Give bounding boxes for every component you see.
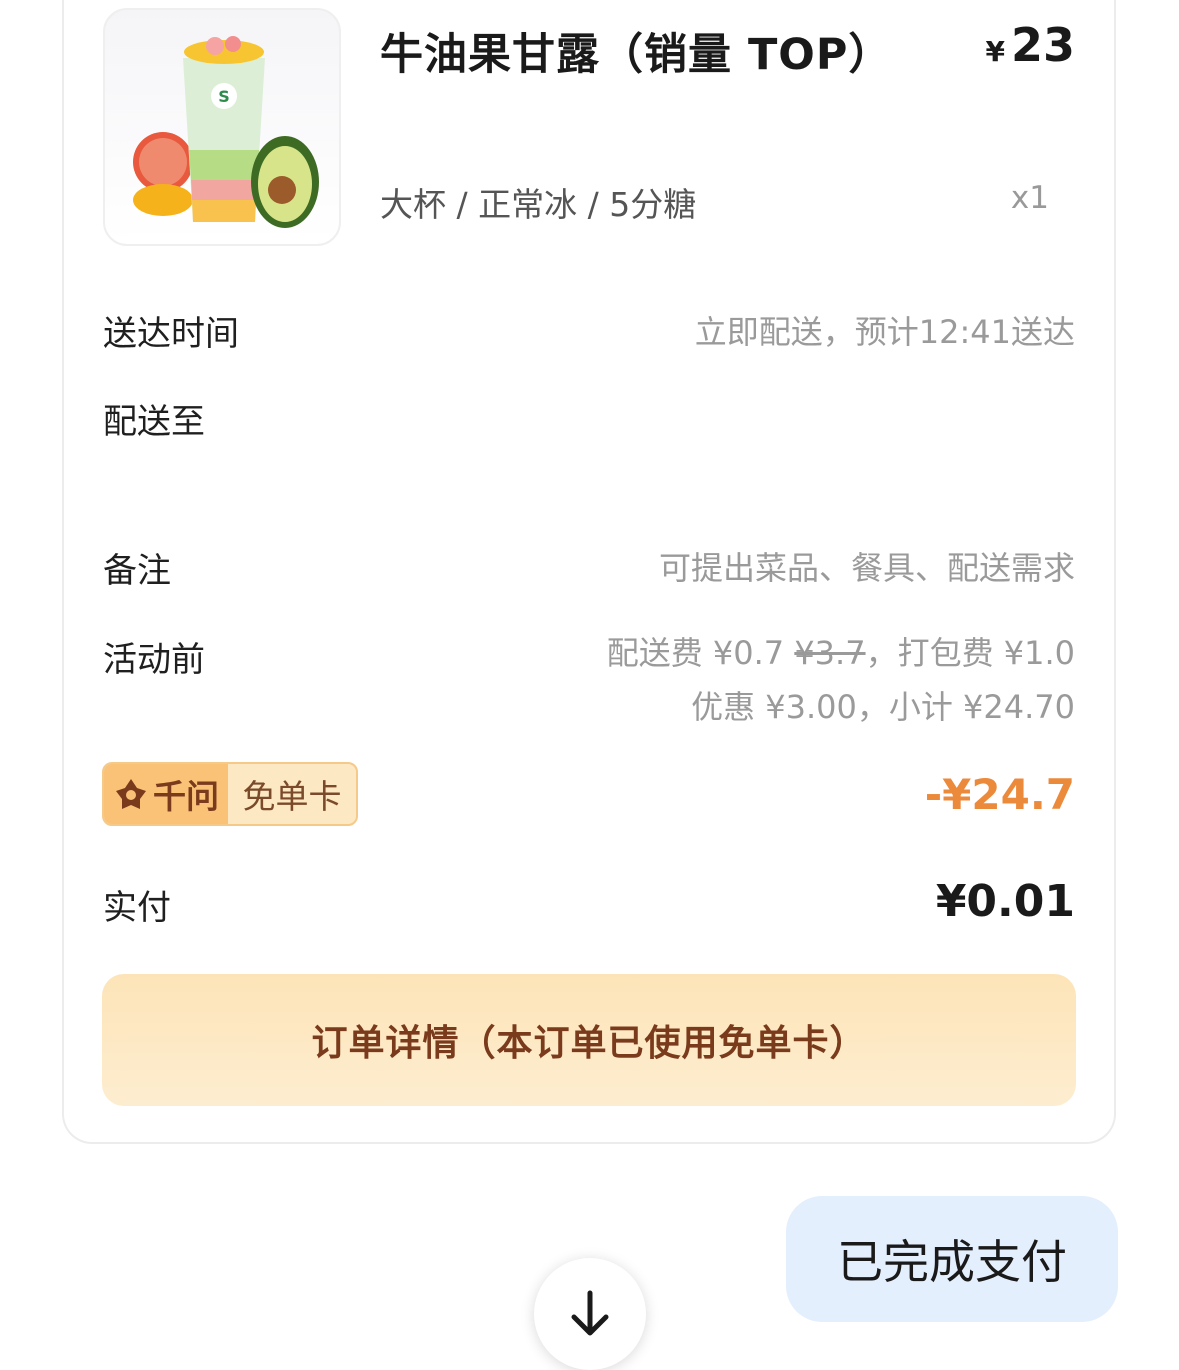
promo-subtotal-line: 优惠 ¥3.00，小计 ¥24.70 [691,688,1075,726]
delivery-time-value[interactable]: 立即配送，预计12:41送达 [695,307,1075,353]
product-spec: 大杯 / 正常冰 / 5分糖 [380,185,697,224]
coupon-brand-label: 千问 [153,777,219,816]
promo-fee-line: 配送费 ¥0.7 ¥3.7，打包费 ¥1.0 [607,628,1075,674]
remark-label: 备注 [103,551,171,591]
paid-label: 实付 [103,888,171,928]
mango-shape [133,184,193,216]
coupon-brand: 千问 [104,764,228,824]
address-field[interactable] [1116,392,1179,492]
order-detail-button[interactable]: 订单详情（本订单已使用免单卡） [102,974,1076,1106]
product-price: ¥23 [986,18,1076,72]
currency-symbol: ¥ [985,35,1005,68]
deliver-to-label: 配送至 [103,402,205,442]
delivery-time-label: 送达时间 [103,314,239,354]
remark-input[interactable]: 可提出菜品、餐具、配送需求 [659,543,1075,589]
product-name: 牛油果甘露（销量 TOP） [380,30,893,80]
scroll-to-bottom-button[interactable] [534,1258,646,1370]
original-delivery-fee: ¥3.7 [794,634,866,672]
svg-text:S: S [218,87,230,106]
arrow-down-icon [571,1290,609,1336]
paid-amount: ¥0.01 [935,876,1075,927]
free-order-card-badge: 千问 免单卡 [102,762,358,826]
avocado-drink-image: S [133,36,319,228]
coupon-card-name: 免单卡 [242,777,342,816]
promo-label: 活动前 [103,640,205,680]
discount-amount: -¥24.7 [924,770,1075,819]
product-image[interactable]: S [103,8,341,246]
delivery-fee-text: 配送费 ¥0.7 [606,634,795,672]
product-quantity: x1 [1010,180,1049,216]
price-value: 23 [1010,18,1075,72]
qianwen-logo-icon [116,779,146,809]
chat-message-bubble: 已完成支付 [786,1196,1118,1322]
packing-fee-text: ，打包费 ¥1.0 [865,634,1075,672]
